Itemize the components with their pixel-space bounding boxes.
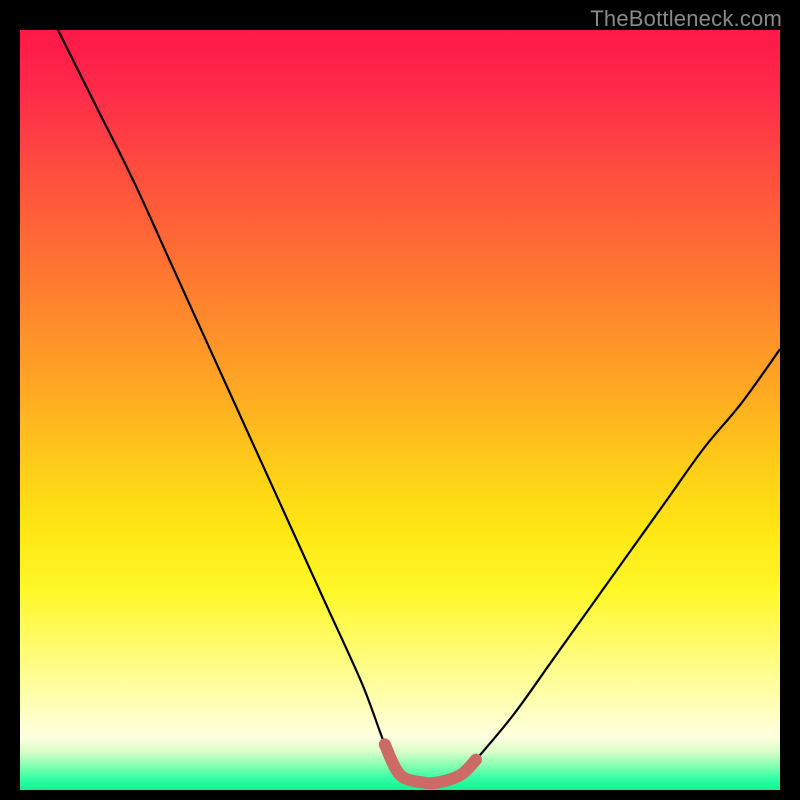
plot-area: [20, 30, 780, 790]
chart-frame: TheBottleneck.com: [0, 0, 800, 800]
attribution-label: TheBottleneck.com: [590, 6, 782, 32]
curve-svg: [20, 30, 780, 790]
valley-highlight: [385, 744, 476, 783]
bottleneck-curve: [58, 30, 780, 783]
